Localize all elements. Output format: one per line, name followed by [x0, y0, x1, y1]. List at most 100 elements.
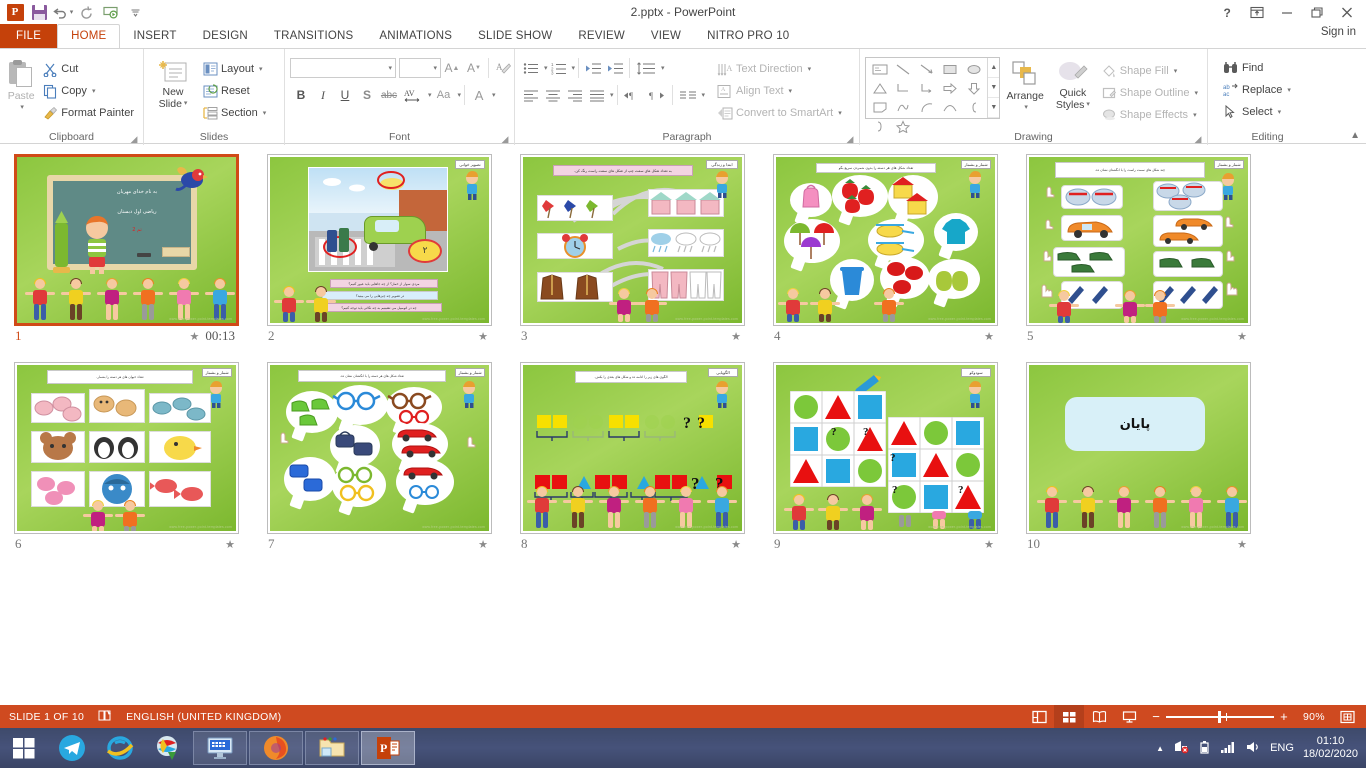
- new-slide-dropdown-icon[interactable]: ▾: [184, 98, 188, 110]
- start-from-beginning-button[interactable]: [100, 2, 122, 22]
- clock[interactable]: 01:10 18/02/2020: [1303, 735, 1358, 761]
- slide-thumb-frame-5[interactable]: شمار و بشمار چند شکل های سمت راست را با …: [1026, 154, 1251, 326]
- tab-review[interactable]: REVIEW: [565, 24, 638, 48]
- transition-star-icon-8[interactable]: ★: [731, 538, 741, 551]
- font-size-input[interactable]: ▾: [399, 58, 441, 78]
- line-spacing-button[interactable]: [633, 57, 659, 79]
- columns-button[interactable]: [676, 84, 700, 106]
- slide-thumbnail-8[interactable]: الگویابی الگوی های زیر را ادامه ده و شکل…: [520, 362, 773, 552]
- tab-file[interactable]: FILE: [0, 24, 57, 48]
- text-direction-dropdown-icon[interactable]: ▾: [808, 65, 812, 73]
- shape-fill-button[interactable]: Shape Fill ▾: [1098, 60, 1202, 82]
- reset-button[interactable]: Reset: [199, 80, 270, 102]
- tab-insert[interactable]: INSERT: [120, 24, 189, 48]
- decrease-indent-button[interactable]: [582, 57, 604, 79]
- align-text-dropdown-icon[interactable]: ▾: [789, 87, 793, 95]
- language-indicator-tray[interactable]: ENG: [1270, 742, 1294, 754]
- justify-button[interactable]: [586, 84, 608, 106]
- clear-all-formatting-button[interactable]: A: [492, 57, 514, 79]
- battery-icon[interactable]: [1198, 740, 1211, 757]
- powerpoint-taskbar-icon[interactable]: P: [361, 731, 415, 765]
- transition-star-icon-4[interactable]: ★: [984, 330, 994, 343]
- show-hidden-icons-button[interactable]: ▲: [1156, 744, 1164, 753]
- slide-sorter-pane[interactable]: به نام خدای مهربان ریاضی اول دبستان تم 2: [0, 145, 1366, 705]
- zoom-thumb[interactable]: [1218, 711, 1221, 723]
- text-shadow-button[interactable]: S: [356, 84, 378, 106]
- transition-star-icon-7[interactable]: ★: [478, 538, 488, 551]
- sign-in-link[interactable]: Sign in: [1321, 26, 1356, 38]
- ltr-text-direction-button[interactable]: ¶: [621, 84, 645, 106]
- slide-thumbnail-3[interactable]: ابتدا و زندگی به تعداد شکل های سمت چپ از…: [520, 154, 773, 344]
- slide-thumbnail-1[interactable]: به نام خدای مهربان ریاضی اول دبستان تم 2: [14, 154, 267, 344]
- slide-indicator[interactable]: SLIDE 1 OF 10: [9, 711, 84, 723]
- find-button[interactable]: Find: [1219, 57, 1295, 79]
- rtl-text-direction-button[interactable]: ¶: [645, 84, 669, 106]
- align-center-button[interactable]: [542, 84, 564, 106]
- notes-icon[interactable]: [98, 709, 112, 725]
- tab-design[interactable]: DESIGN: [190, 24, 261, 48]
- bold-button[interactable]: B: [290, 84, 312, 106]
- remote-desktop-icon[interactable]: [193, 731, 247, 765]
- slide-thumb-frame-1[interactable]: به نام خدای مهربان ریاضی اول دبستان تم 2: [14, 154, 239, 326]
- font-size-dropdown-icon[interactable]: ▾: [433, 64, 437, 72]
- arrange-button[interactable]: Arrange ▾: [1000, 57, 1050, 114]
- undo-dropdown-icon[interactable]: ▾: [70, 9, 74, 16]
- convert-to-smartart-dropdown-icon[interactable]: ▾: [838, 109, 842, 117]
- character-spacing-button[interactable]: AV: [400, 84, 426, 106]
- redo-button[interactable]: [76, 2, 98, 22]
- slide-thumbnail-9[interactable]: سودوکو ? ?: [773, 362, 1026, 552]
- slide-thumb-frame-10[interactable]: پایان www.free-power-point-templates.com: [1026, 362, 1251, 534]
- minimize-button[interactable]: [1272, 1, 1302, 23]
- slide-thumbnail-2[interactable]: تصویر خوانی: [267, 154, 520, 344]
- convert-to-smartart-button[interactable]: Convert to SmartArt ▾: [713, 102, 846, 124]
- signal-icon[interactable]: [1220, 740, 1236, 757]
- slide-thumbnail-6[interactable]: شمار و بشمار تعداد حیوان های هر دسته را …: [14, 362, 267, 552]
- transition-star-icon-3[interactable]: ★: [731, 330, 741, 343]
- align-right-button[interactable]: [564, 84, 586, 106]
- transition-star-icon-1[interactable]: ★: [190, 330, 200, 343]
- shapes-more-icon[interactable]: ▼: [988, 98, 999, 118]
- format-painter-button[interactable]: Format Painter: [39, 102, 138, 124]
- line-spacing-dropdown-icon[interactable]: ▾: [661, 64, 665, 72]
- normal-view-button[interactable]: [1024, 705, 1054, 728]
- telegram-icon[interactable]: [48, 728, 96, 768]
- customize-quick-access-toolbar-button[interactable]: [124, 2, 146, 22]
- paste-dropdown-icon[interactable]: ▾: [20, 102, 24, 114]
- copy-dropdown-icon[interactable]: ▾: [92, 87, 96, 95]
- align-left-button[interactable]: [520, 84, 542, 106]
- font-color-dropdown-icon[interactable]: ▾: [492, 91, 496, 99]
- transition-star-icon-6[interactable]: ★: [225, 538, 235, 551]
- close-button[interactable]: [1332, 1, 1362, 23]
- underline-button[interactable]: U: [334, 84, 356, 106]
- shape-arc-icon[interactable]: [915, 98, 938, 117]
- shape-elbow-connector-icon[interactable]: [891, 79, 914, 98]
- font-dialog-launcher[interactable]: ◢: [500, 134, 510, 144]
- fit-slide-to-window-button[interactable]: [1332, 705, 1362, 728]
- firefox-icon[interactable]: [249, 731, 303, 765]
- network-icon[interactable]: [1173, 740, 1189, 757]
- quick-styles-dropdown-icon[interactable]: ▾: [1086, 99, 1090, 111]
- font-color-button[interactable]: A: [468, 84, 490, 106]
- shape-rectangle-icon[interactable]: [938, 60, 961, 79]
- slide-thumb-frame-9[interactable]: سودوکو ? ?: [773, 362, 998, 534]
- shape-elbow-arrow-icon[interactable]: [915, 79, 938, 98]
- justify-dropdown-icon[interactable]: ▾: [610, 91, 614, 99]
- save-button[interactable]: [28, 2, 50, 22]
- copy-button[interactable]: Copy ▾: [39, 80, 138, 102]
- zoom-in-button[interactable]: +: [1280, 709, 1288, 724]
- tab-slide-show[interactable]: SLIDE SHOW: [465, 24, 565, 48]
- slide-thumb-frame-6[interactable]: شمار و بشمار تعداد حیوان های هر دسته را …: [14, 362, 239, 534]
- strikethrough-button[interactable]: abc: [378, 84, 400, 106]
- file-explorer-icon[interactable]: [305, 731, 359, 765]
- tab-home[interactable]: HOME: [57, 24, 120, 48]
- zoom-level[interactable]: 90%: [1296, 711, 1332, 723]
- slide-sorter-view-button[interactable]: [1054, 705, 1084, 728]
- new-slide-button[interactable]: New Slide▾: [149, 54, 197, 110]
- volume-icon[interactable]: [1245, 740, 1261, 757]
- italic-button[interactable]: I: [312, 84, 334, 106]
- collapse-ribbon-button[interactable]: ▲: [1350, 130, 1360, 141]
- shape-outline-button[interactable]: Shape Outline ▾: [1098, 82, 1202, 104]
- ribbon-display-options-button[interactable]: [1242, 1, 1272, 23]
- section-button[interactable]: Section ▾: [199, 102, 270, 124]
- transition-star-icon-9[interactable]: ★: [984, 538, 994, 551]
